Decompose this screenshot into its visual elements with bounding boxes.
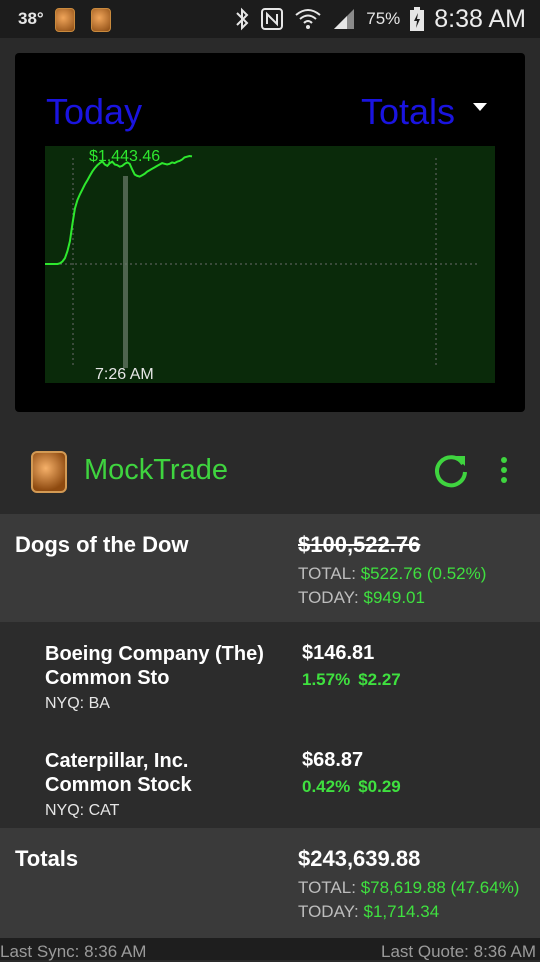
portfolio-today-line: TODAY: $949.01 bbox=[298, 588, 425, 608]
stock-row-ba[interactable]: Boeing Company (The) Common Sto NYQ: BA … bbox=[0, 622, 540, 726]
stock-price: $68.87 bbox=[302, 749, 364, 771]
status-icons: 75% 8:38 AM bbox=[234, 4, 526, 33]
status-bar: 38° 75% 8:38 AM bbox=[0, 0, 540, 38]
last-quote: Last Quote: 8:36 AM bbox=[381, 942, 536, 961]
totals-dropdown[interactable]: Totals bbox=[361, 91, 455, 133]
jar-notification-icon bbox=[91, 8, 111, 32]
stock-change-amt: $0.29 bbox=[358, 777, 401, 796]
stock-change-amt: $2.27 bbox=[358, 670, 401, 689]
total-label: TOTAL: bbox=[298, 564, 356, 583]
wifi-icon bbox=[295, 9, 321, 29]
more-options-icon[interactable] bbox=[494, 454, 514, 488]
bluetooth-icon bbox=[236, 7, 249, 31]
stock-row-cat[interactable]: Caterpillar, Inc. Common Stock NYQ: CAT … bbox=[0, 729, 540, 833]
totals-row[interactable]: Totals $243,639.88 TOTAL: $78,619.88 (47… bbox=[0, 828, 540, 938]
stock-change-pct: 0.42% bbox=[302, 777, 351, 796]
today-value: $949.01 bbox=[363, 588, 425, 607]
stock-name: Boeing Company (The) Common Sto bbox=[45, 643, 264, 689]
portfolio-total-line: TOTAL: $522.76 (0.52%) bbox=[298, 564, 486, 584]
chart-peak-label: $1,443.46 bbox=[89, 148, 161, 165]
battery-percent: 75% bbox=[366, 9, 401, 28]
intraday-chart: $1,443.46 7:26 AM bbox=[45, 146, 495, 383]
chart-canvas bbox=[45, 154, 480, 368]
battery-icon bbox=[410, 7, 425, 31]
portfolio-row[interactable]: Dogs of the Dow $100,522.76 TOTAL: $522.… bbox=[0, 514, 540, 622]
today-value: $1,714.34 bbox=[363, 902, 440, 921]
stock-symbol: NYQ: BA bbox=[45, 695, 110, 712]
stock-list: Boeing Company (The) Common Sto NYQ: BA … bbox=[0, 622, 540, 828]
totals-name: Totals bbox=[15, 846, 79, 871]
stock-price: $146.81 bbox=[302, 642, 375, 664]
temperature: 38° bbox=[18, 9, 44, 28]
app-bar: MockTrade bbox=[0, 430, 540, 514]
today-label[interactable]: Today bbox=[46, 91, 142, 133]
jar-notification-icon bbox=[55, 8, 75, 32]
last-sync: Last Sync: 8:36 AM bbox=[0, 942, 147, 961]
nfc-icon bbox=[261, 8, 284, 30]
totals-today-line: TODAY: $1,714.34 bbox=[298, 902, 439, 922]
clock: 8:38 AM bbox=[434, 4, 526, 33]
app-title: MockTrade bbox=[84, 454, 228, 486]
today-label: TODAY: bbox=[298, 588, 359, 607]
chart-cursor bbox=[123, 176, 128, 368]
signal-icon bbox=[334, 9, 355, 29]
portfolio-value: $100,522.76 bbox=[298, 532, 421, 557]
totals-total-line: TOTAL: $78,619.88 (47.64%) bbox=[298, 878, 519, 898]
chart-series-line bbox=[45, 154, 193, 265]
stock-change: 0.42% $0.29 bbox=[302, 777, 401, 797]
refresh-icon[interactable] bbox=[431, 450, 471, 490]
total-value: $522.76 (0.52%) bbox=[360, 564, 487, 583]
stock-change: 1.57% $2.27 bbox=[302, 670, 401, 690]
dropdown-arrow-icon[interactable] bbox=[473, 103, 487, 111]
portfolio-widget[interactable]: Today Totals $1,443.46 7:26 AM bbox=[15, 53, 525, 412]
total-label: TOTAL: bbox=[298, 878, 356, 897]
chart-time-label: 7:26 AM bbox=[95, 366, 154, 383]
stock-symbol: NYQ: CAT bbox=[45, 802, 120, 819]
stock-name: Caterpillar, Inc. Common Stock bbox=[45, 750, 192, 796]
totals-value: $243,639.88 bbox=[298, 846, 421, 871]
stock-change-pct: 1.57% bbox=[302, 670, 351, 689]
portfolio-name: Dogs of the Dow bbox=[15, 532, 189, 557]
total-value: $78,619.88 (47.64%) bbox=[360, 878, 520, 897]
footer: Last Sync: 8:36 AM Last Quote: 8:36 AM bbox=[0, 938, 540, 961]
jar-logo-icon bbox=[31, 451, 67, 493]
today-label: TODAY: bbox=[298, 902, 359, 921]
